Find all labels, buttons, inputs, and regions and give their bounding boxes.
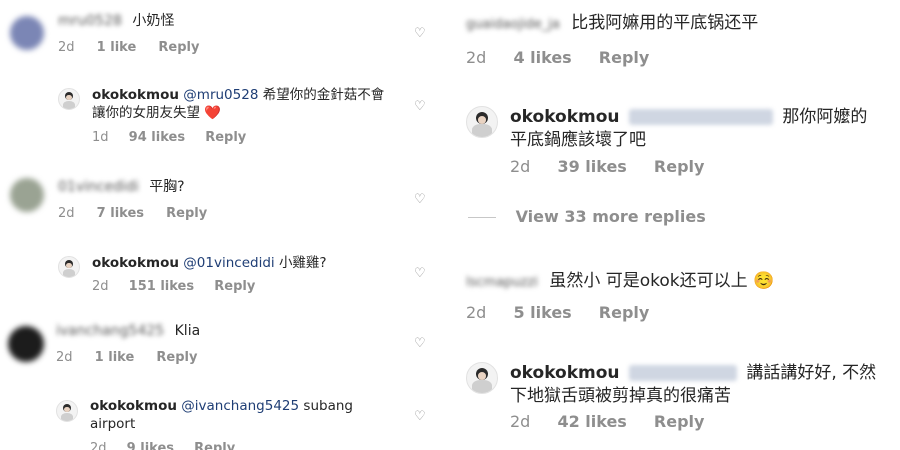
reply-button[interactable]: Reply <box>599 48 650 67</box>
mention-link[interactable]: @ivanchang5425 <box>181 398 299 414</box>
comment-text: mru0528 小奶怪 <box>58 12 388 31</box>
comment-time: 2d <box>92 279 109 294</box>
username[interactable]: mru0528 <box>58 12 122 31</box>
comment-time: 2d <box>58 206 75 221</box>
left-comments-panel: mru0528 小奶怪 2d 1 like Reply ♡ okokokmou … <box>0 0 445 450</box>
like-count[interactable]: 94 likes <box>129 130 185 145</box>
comment-text: okokokmou @01vincedidi 小雞雞? <box>92 254 392 272</box>
comment-meta: 2d 7 likes Reply <box>58 206 207 221</box>
avatar[interactable] <box>8 326 44 362</box>
avatar[interactable] <box>10 16 44 50</box>
like-count[interactable]: 39 likes <box>557 157 626 176</box>
comment-body: 小奶怪 <box>132 13 175 29</box>
right-comments-panel: guaidaojide_ja 比我阿嫲用的平底锅还平 2d 4 likes Re… <box>450 0 900 450</box>
comment-meta: 2d 1 like Reply <box>56 350 198 365</box>
like-count[interactable]: 4 likes <box>513 48 571 67</box>
username[interactable]: okokokmou <box>92 255 179 271</box>
comment-text: 01vincedidi 平胸? <box>58 178 388 197</box>
like-count[interactable]: 1 like <box>95 350 135 365</box>
comment-text: okokokmou 講話講好好, 不然下地獄舌頭被剪掉真的很痛苦 <box>510 362 885 408</box>
blurred-mention <box>628 109 773 125</box>
mention-link[interactable]: @01vincedidi <box>183 255 274 271</box>
heart-outline-icon[interactable]: ♡ <box>414 99 426 114</box>
like-count[interactable]: 1 like <box>97 40 137 55</box>
comment-text: okokokmou @mru0528 希望你的金針菇不會讓你的女朋友失望 ❤️ <box>92 86 392 122</box>
comment-text: okokokmou 那你阿嬤的平底鍋應該壞了吧 <box>510 106 880 152</box>
like-count[interactable]: 42 likes <box>557 412 626 431</box>
username[interactable]: 01vincedidi <box>58 178 139 197</box>
like-count[interactable]: 7 likes <box>97 206 144 221</box>
heart-outline-icon[interactable]: ♡ <box>414 409 426 424</box>
mention-link[interactable]: @mru0528 <box>183 87 258 103</box>
reply-button[interactable]: Reply <box>156 350 197 365</box>
divider-line <box>468 217 496 218</box>
username[interactable]: okokokmou <box>92 87 179 103</box>
avatar[interactable] <box>10 178 44 212</box>
comment-meta: 2d 5 likes Reply <box>466 303 649 322</box>
comment-text: guaidaojide_ja 比我阿嫲用的平底锅还平 <box>466 12 886 35</box>
avatar[interactable] <box>58 256 80 278</box>
comment-text: ivanchang5425 Klia <box>56 322 386 341</box>
comment-time: 2d <box>510 412 531 431</box>
reply-button[interactable]: Reply <box>654 157 705 176</box>
comment-body: 小雞雞? <box>278 255 327 271</box>
comment-meta: 2d 9 likes Reply <box>90 441 235 450</box>
reply-button[interactable]: Reply <box>214 279 255 294</box>
comment-time: 2d <box>90 441 107 450</box>
avatar[interactable] <box>466 362 498 394</box>
comment-meta: 2d 1 like Reply <box>58 40 200 55</box>
avatar[interactable] <box>58 88 80 110</box>
username[interactable]: okokokmou <box>90 398 177 414</box>
comment-time: 2d <box>510 157 531 176</box>
like-count[interactable]: 151 likes <box>129 279 194 294</box>
comment-time: 2d <box>58 40 75 55</box>
comment-body: 平胸? <box>149 179 185 195</box>
avatar[interactable] <box>56 400 78 422</box>
reply-button[interactable]: Reply <box>158 40 199 55</box>
username[interactable]: okokokmou <box>510 363 620 383</box>
comment-time: 1d <box>92 130 109 145</box>
comment-meta: 2d 39 likes Reply <box>510 157 704 176</box>
username[interactable]: lscmapuzzi <box>466 274 538 292</box>
comment-meta: 2d 151 likes Reply <box>92 279 255 294</box>
username[interactable]: guaidaojide_ja <box>466 16 560 34</box>
comment-meta: 1d 94 likes Reply <box>92 130 246 145</box>
comment-text: okokokmou @ivanchang5425 subang airport <box>90 397 390 433</box>
comment-meta: 2d 42 likes Reply <box>510 412 704 431</box>
heart-outline-icon[interactable]: ♡ <box>414 26 426 41</box>
comment-time: 2d <box>466 303 487 322</box>
comment-body: 虽然小 可是okok还可以上 <box>549 271 748 291</box>
heart-outline-icon[interactable]: ♡ <box>414 336 426 351</box>
view-more-replies[interactable]: View 33 more replies <box>468 207 706 226</box>
smile-emoji: ☺️ <box>753 271 775 291</box>
like-count[interactable]: 9 likes <box>127 441 174 450</box>
comment-body: 比我阿嫲用的平底锅还平 <box>571 13 759 33</box>
comment-meta: 2d 4 likes Reply <box>466 48 649 67</box>
reply-button[interactable]: Reply <box>205 130 246 145</box>
comment-time: 2d <box>56 350 73 365</box>
reply-button[interactable]: Reply <box>654 412 705 431</box>
reply-button[interactable]: Reply <box>194 441 235 450</box>
heart-outline-icon[interactable]: ♡ <box>414 266 426 281</box>
username[interactable]: okokokmou <box>510 107 620 127</box>
comment-time: 2d <box>466 48 487 67</box>
heart-emoji: ❤️ <box>204 105 222 122</box>
like-count[interactable]: 5 likes <box>513 303 571 322</box>
reply-button[interactable]: Reply <box>599 303 650 322</box>
username[interactable]: ivanchang5425 <box>56 322 164 341</box>
blurred-mention <box>628 365 737 381</box>
comment-text: lscmapuzzi 虽然小 可是okok还可以上 ☺️ <box>466 270 886 293</box>
avatar[interactable] <box>466 106 498 138</box>
heart-outline-icon[interactable]: ♡ <box>414 192 426 207</box>
view-more-label[interactable]: View 33 more replies <box>516 207 706 226</box>
reply-button[interactable]: Reply <box>166 206 207 221</box>
comment-body: Klia <box>174 323 201 339</box>
